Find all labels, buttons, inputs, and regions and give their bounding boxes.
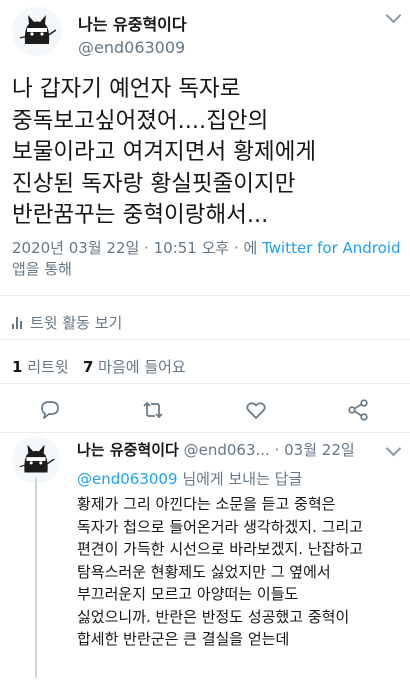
tweet-stats: 1 리트윗 7 마음에 들어요: [12, 356, 186, 377]
tweet-timestamp: 2020년 03월 22일 · 10:51 오후: [12, 239, 230, 257]
activity-label: 트윗 활동 보기: [30, 314, 123, 332]
divider: [0, 432, 410, 433]
comment-icon[interactable]: [38, 398, 62, 422]
chevron-down-icon[interactable]: [385, 440, 402, 457]
reply-text: 황제가 그리 아낀다는 소문을 듣고 중혁은 독자가 첩으로 들어온거라 생각하…: [77, 495, 364, 648]
tweet-activity-button[interactable]: 트윗 활동 보기: [12, 312, 122, 333]
via-prefix: · 에: [233, 239, 258, 257]
likes-stat[interactable]: 7 마음에 들어요: [83, 358, 186, 376]
cat-avatar-image: [12, 6, 62, 56]
tweet-meta: 2020년 03월 22일 · 10:51 오후 · 에 Twitter for…: [12, 238, 402, 280]
replying-to: @end063009 님에게 보내는 답글: [77, 468, 302, 489]
share-icon[interactable]: [346, 398, 370, 422]
via-suffix: 앱을 통해: [12, 260, 72, 278]
reply-author-handle[interactable]: @end063...: [184, 441, 270, 459]
divider: [0, 339, 410, 340]
retweet-count: 1: [12, 358, 23, 376]
like-label: 마음에 들어요: [98, 358, 186, 376]
divider: [0, 295, 410, 296]
retweet-label: 리트윗: [27, 358, 69, 376]
retweets-stat[interactable]: 1 리트윗: [12, 358, 69, 376]
source-link[interactable]: Twitter for Android: [262, 239, 400, 257]
reply-to-suffix: 님에게 보내는 답글: [182, 470, 303, 488]
reply-author-name[interactable]: 나는 유중혁이다: [77, 441, 179, 459]
retweet-icon[interactable]: [141, 398, 165, 422]
author-name[interactable]: 나는 유중혁이다: [78, 11, 187, 35]
reply-header: 나는 유중혁이다 @end063... · 03월 22일: [77, 439, 355, 460]
avatar[interactable]: [12, 6, 62, 56]
chevron-down-icon[interactable]: [385, 7, 402, 24]
divider: [0, 383, 410, 384]
thread-line: [35, 478, 37, 678]
author-handle[interactable]: @end063009: [78, 38, 185, 57]
heart-icon[interactable]: [244, 398, 268, 422]
bar-chart-icon: [12, 316, 22, 329]
tweet-text: 나 갑자기 예언자 독자로 중독보고싶어졌어....집안의 보물이라고 여겨지면…: [12, 76, 317, 228]
reply-date: · 03월 22일: [274, 441, 355, 459]
like-count: 7: [82, 358, 94, 376]
cat-avatar-image: [12, 436, 60, 484]
reply-to-handle[interactable]: @end063009: [77, 470, 178, 488]
reply-avatar[interactable]: [12, 436, 60, 484]
